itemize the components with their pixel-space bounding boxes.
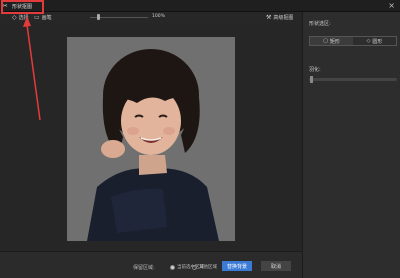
shape-select-label: 形状选区: bbox=[309, 21, 331, 27]
circle-shape-button[interactable]: ◇ 圆形 bbox=[353, 37, 396, 45]
radio-dot-icon bbox=[170, 264, 175, 270]
circle-shape-label: 圆形 bbox=[372, 38, 383, 45]
child-portrait-image bbox=[67, 37, 235, 241]
child-photo[interactable] bbox=[67, 37, 235, 241]
magic-wand-icon: ⚒ bbox=[266, 13, 272, 21]
annotation-arrow-icon bbox=[23, 16, 41, 121]
auto-cutout-button[interactable]: ⚒ 高级抠图 bbox=[266, 14, 293, 21]
radio-other-label: 其他区域 bbox=[199, 265, 217, 270]
region-label: 保留区域: bbox=[133, 265, 155, 271]
brush-size-value: 100% bbox=[152, 14, 165, 19]
radio-dot-icon bbox=[192, 264, 197, 270]
bottom-bar: 保留区域: 当前选中区域 其他区域 替换背景 取消 bbox=[0, 251, 302, 278]
brush-size-thumb[interactable] bbox=[97, 14, 101, 20]
feather-label: 羽化: bbox=[309, 67, 321, 73]
rectangle-icon: ▢ bbox=[323, 38, 328, 44]
auto-cutout-label: 高级抠图 bbox=[273, 15, 294, 21]
rect-shape-button[interactable]: ▢ 矩形 bbox=[310, 37, 353, 45]
shape-toggle: ▢ 矩形 ◇ 圆形 bbox=[309, 36, 397, 46]
rect-shape-label: 矩形 bbox=[329, 38, 340, 45]
diamond-icon: ◇ bbox=[366, 38, 371, 44]
feather-slider-thumb[interactable] bbox=[310, 76, 313, 83]
apply-button[interactable]: 替换背景 bbox=[222, 261, 252, 271]
radio-other-region[interactable]: 其他区域 bbox=[192, 264, 217, 270]
right-panel: 形状选区: ▢ 矩形 ◇ 圆形 羽化: bbox=[302, 12, 400, 278]
close-button[interactable]: × bbox=[388, 1, 395, 11]
cancel-button[interactable]: 取消 bbox=[261, 261, 291, 271]
feather-slider[interactable] bbox=[309, 78, 397, 81]
